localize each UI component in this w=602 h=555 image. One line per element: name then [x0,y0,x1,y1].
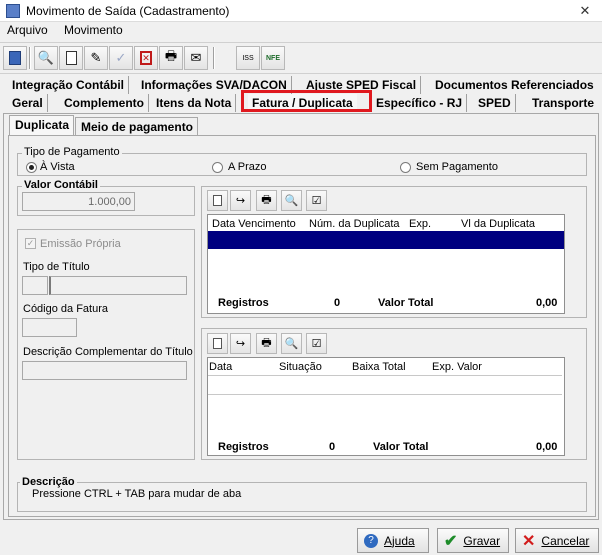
ajuda-button-label: Ajuda [384,533,415,548]
close-icon[interactable]: ✕ [576,2,594,20]
search-icon[interactable]: 🔍 [34,46,58,70]
subtab-meio-de-pagamento[interactable]: Meio de pagamento [75,117,199,136]
radio-a-vista-label: À Vista [40,161,75,173]
tipo-titulo-code-field[interactable] [22,276,48,295]
tab-sped[interactable]: SPED [474,94,516,112]
col-situacao[interactable]: Situação [279,361,322,373]
baixas-row-divider [208,375,562,376]
exit-icon[interactable] [3,46,27,70]
app-icon [6,4,20,18]
tab-integracao-contabil[interactable]: Integração Contábil [8,76,130,94]
toolbar-separator [213,47,215,69]
duplicatas-registros-label: Registros [218,297,269,309]
check-duplicata-icon[interactable]: ☑ [306,190,327,211]
menu-bar: Arquivo Movimento [0,22,602,40]
print-baixa-icon[interactable]: 🖶 [256,333,277,354]
new-baixa-icon[interactable] [207,333,228,354]
col-data[interactable]: Data [209,361,232,373]
tipo-titulo-label: Tipo de Título [23,261,90,273]
open-duplicata-icon[interactable]: ↪ [230,190,251,211]
check-baixa-icon[interactable]: ☑ [306,333,327,354]
baixas-total-value: 0,00 [536,441,558,453]
radio-sem-pagamento[interactable] [400,162,411,173]
tab-geral[interactable]: Geral [8,94,48,112]
duplicatas-selected-row[interactable] [208,231,564,249]
tab-complemento[interactable]: Complemento [60,94,150,112]
cancel-x-icon: ✕ [522,532,536,550]
search-duplicata-icon[interactable]: 🔍 [281,190,302,211]
tipo-pagamento-title: Tipo de Pagamento [22,146,122,158]
tab-documentos-referenciados[interactable]: Documentos Referenciados [431,76,598,94]
descricao-text: Pressione CTRL + TAB para mudar de aba [32,488,242,500]
delete-icon[interactable]: ✕ [134,46,158,70]
baixas-row-divider [208,394,562,395]
emissao-propria-label: Emissão Própria [40,238,121,250]
baixas-registros-label: Registros [218,441,269,453]
iss-badge-label: ISS [242,54,254,62]
col-exp-valor[interactable]: Exp. Valor [432,361,482,373]
window-title: Movimento de Saída (Cadastramento) [26,4,230,18]
new-duplicata-icon[interactable] [207,190,228,211]
iss-icon[interactable]: ISS [236,46,260,70]
gravar-button[interactable]: ✔ Gravar [437,528,509,553]
toolbar: 🔍 ✎ ✓ ✕ 🖶 ✉ ISS NFE [0,42,602,74]
duplicatas-registros-value: 0 [334,297,341,309]
tab-especifico-rj[interactable]: Específico - RJ [372,94,468,112]
print-icon[interactable]: 🖶 [159,46,183,70]
duplicatas-total-value: 0,00 [536,297,558,309]
nfe-badge-label: NFE [266,54,280,62]
valor-contabil-field[interactable]: 1.000,00 [22,192,135,211]
print-duplicata-icon[interactable]: 🖶 [256,190,277,211]
col-exp[interactable]: Exp. [409,218,431,230]
baixas-registros-value: 0 [329,441,336,453]
nfe-icon[interactable]: NFE [261,46,285,70]
radio-a-vista[interactable] [26,162,37,173]
title-bar: Movimento de Saída (Cadastramento) ✕ [0,0,602,22]
descricao-titulo-label: Descrição Complementar do Título [23,346,193,358]
descricao-titulo-field[interactable] [22,361,187,380]
emissao-propria-checkbox[interactable]: ✓ [25,238,36,249]
email-icon[interactable]: ✉ [184,46,208,70]
open-baixa-icon[interactable]: ↪ [230,333,251,354]
search-baixa-icon[interactable]: 🔍 [281,333,302,354]
descricao-title: Descrição [20,476,77,488]
confirm-icon[interactable]: ✓ [109,46,133,70]
radio-a-prazo-label: A Prazo [228,161,267,173]
toolbar-separator [29,47,31,69]
edit-icon[interactable]: ✎ [84,46,108,70]
col-data-vencimento[interactable]: Data Vencimento [212,218,296,230]
tab-transporte[interactable]: Transporte [528,94,598,112]
menu-arquivo[interactable]: Arquivo [7,23,48,37]
cancelar-button-label: Cancelar [541,533,590,548]
cancelar-button[interactable]: ✕ Cancelar [515,528,599,553]
tipo-titulo-description-field[interactable] [49,276,187,295]
tab-itens-da-nota[interactable]: Itens da Nota [152,94,237,112]
menu-movimento[interactable]: Movimento [64,23,123,37]
baixas-total-label: Valor Total [373,441,429,453]
col-baixa-total[interactable]: Baixa Total [352,361,406,373]
subtab-duplicata[interactable]: Duplicata [9,115,75,136]
radio-a-prazo[interactable] [212,162,223,173]
help-icon: ? [364,533,378,548]
radio-sem-pagamento-label: Sem Pagamento [416,161,498,173]
codigo-fatura-label: Código da Fatura [23,303,108,315]
duplicatas-total-label: Valor Total [378,297,434,309]
col-num-duplicata[interactable]: Núm. da Duplicata [309,218,400,230]
valor-contabil-title: Valor Contábil [22,179,100,191]
gravar-button-label: Gravar [463,533,501,548]
ajuda-button[interactable]: ? Ajuda [357,528,429,553]
new-document-icon[interactable] [59,46,83,70]
active-tab-highlight [241,90,372,112]
codigo-fatura-field[interactable] [22,318,77,337]
col-vl-duplicata[interactable]: Vl da Duplicata [461,218,535,230]
checkmark-icon: ✔ [444,532,458,550]
